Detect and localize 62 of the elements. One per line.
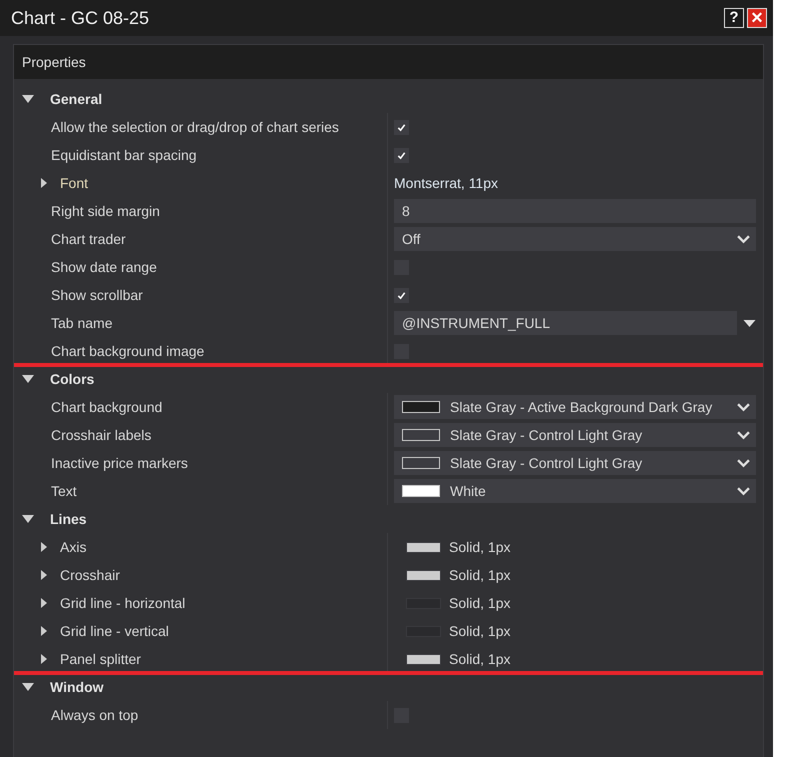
property-label: Always on top bbox=[51, 707, 138, 723]
section-title: Colors bbox=[50, 371, 94, 387]
property-label: Text bbox=[51, 483, 77, 499]
checkbox[interactable] bbox=[394, 120, 409, 134]
property-label: Allow the selection or drag/drop of chart series bbox=[51, 119, 339, 135]
property-label: Axis bbox=[60, 539, 86, 555]
property-label: Panel splitter bbox=[60, 651, 141, 667]
collapse-triangle-icon[interactable] bbox=[22, 515, 34, 523]
window-title: Chart - GC 08-25 bbox=[11, 8, 150, 28]
property-value: Solid, 1px bbox=[449, 651, 510, 667]
check-icon bbox=[397, 290, 406, 300]
dropdown[interactable]: Slate Gray - Control Light Gray bbox=[394, 423, 756, 447]
property-label: Show scrollbar bbox=[51, 287, 143, 303]
property-value: Solid, 1px bbox=[449, 539, 510, 555]
dropdown[interactable]: Slate Gray - Control Light Gray bbox=[394, 451, 756, 475]
property-label: Chart background image bbox=[51, 343, 204, 359]
chevron-down-icon bbox=[737, 458, 750, 468]
check-icon bbox=[397, 122, 406, 132]
input-field[interactable]: @INSTRUMENT_FULL bbox=[394, 311, 737, 335]
property-value: Solid, 1px bbox=[449, 623, 510, 639]
chevron-down-icon bbox=[737, 486, 750, 496]
property-label: Right side margin bbox=[51, 203, 160, 219]
property-value: Montserrat, 11px bbox=[394, 175, 498, 191]
property-label: Tab name bbox=[51, 315, 112, 331]
property-label: Chart trader bbox=[51, 231, 126, 247]
dropdown[interactable]: Off bbox=[394, 227, 756, 251]
chevron-down-icon bbox=[737, 430, 750, 440]
dropdown[interactable]: White bbox=[394, 479, 756, 503]
section-title: Lines bbox=[50, 511, 87, 527]
expand-caret-icon[interactable] bbox=[41, 542, 47, 552]
property-label: Chart background bbox=[51, 399, 162, 415]
expand-caret-icon[interactable] bbox=[41, 626, 47, 636]
dropdown[interactable]: Slate Gray - Active Background Dark Gray bbox=[394, 395, 756, 419]
check-icon bbox=[397, 150, 406, 160]
property-label: Crosshair labels bbox=[51, 427, 152, 443]
dropdown-triangle-icon[interactable] bbox=[743, 320, 756, 326]
property-value: Solid, 1px bbox=[449, 567, 510, 583]
property-label: Show date range bbox=[51, 259, 157, 275]
input-field[interactable]: 8 bbox=[394, 199, 756, 223]
property-label: Grid line - horizontal bbox=[60, 595, 186, 611]
section-title: General bbox=[50, 91, 102, 107]
help-button[interactable]: ? bbox=[724, 8, 744, 28]
expand-caret-icon[interactable] bbox=[41, 178, 47, 188]
close-button[interactable]: × bbox=[747, 8, 767, 28]
panel-header: Properties bbox=[14, 45, 763, 79]
chevron-down-icon bbox=[737, 402, 750, 412]
property-label: Grid line - vertical bbox=[60, 623, 169, 639]
checkbox[interactable] bbox=[394, 288, 409, 302]
collapse-triangle-icon[interactable] bbox=[22, 683, 34, 691]
section-title: Window bbox=[50, 679, 104, 695]
collapse-triangle-icon[interactable] bbox=[22, 95, 34, 103]
expand-caret-icon[interactable] bbox=[41, 570, 47, 580]
checkbox[interactable] bbox=[394, 148, 409, 162]
property-label: Equidistant bar spacing bbox=[51, 147, 197, 163]
property-value: Solid, 1px bbox=[449, 595, 510, 611]
chevron-down-icon bbox=[737, 234, 750, 244]
expand-caret-icon[interactable] bbox=[41, 654, 47, 664]
property-label: Inactive price markers bbox=[51, 455, 188, 471]
expand-caret-icon[interactable] bbox=[41, 598, 47, 608]
collapse-triangle-icon[interactable] bbox=[22, 375, 34, 383]
property-label: Font bbox=[60, 175, 88, 191]
property-label: Crosshair bbox=[60, 567, 120, 583]
